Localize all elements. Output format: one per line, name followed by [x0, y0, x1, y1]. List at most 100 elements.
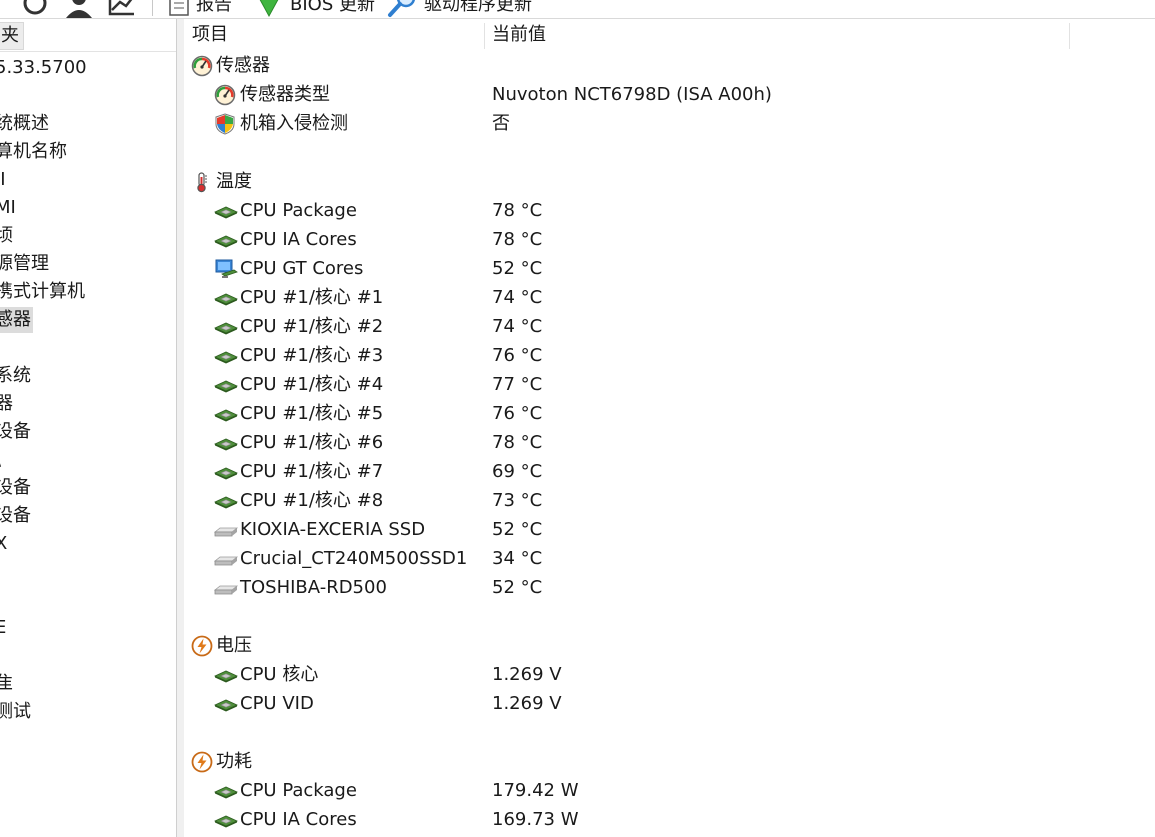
cpu-chip-icon [214, 403, 238, 425]
tree-item[interactable]: 测试 [0, 699, 33, 725]
cpu-chip-icon [214, 229, 238, 251]
cpu-chip-icon [214, 287, 238, 309]
sensor-gauge-icon [214, 84, 236, 106]
lightning-icon [191, 635, 213, 657]
driver-update-button[interactable]: 驱动程序更新 [386, 0, 532, 18]
sensor-label: CPU #1/核心 #7 [240, 461, 384, 482]
tree-item[interactable]: 携式计算机 [0, 279, 87, 305]
cpu-chip-icon [214, 316, 238, 338]
column-divider[interactable] [1069, 23, 1070, 49]
refresh-button[interactable] [20, 0, 50, 18]
tree-item[interactable]: 感器 [0, 307, 33, 333]
sensor-row[interactable]: CPU #1/核心 #4 77 °C [184, 370, 1155, 399]
sensor-row[interactable]: 机箱入侵检测 否 [184, 109, 1155, 138]
sensor-row[interactable]: 传感器类型 Nuvoton NCT6798D (ISA A00h) [184, 80, 1155, 109]
sensor-label: Crucial_CT240M500SSD1 [240, 548, 468, 569]
group-header-row[interactable]: 电压 [184, 631, 1155, 660]
favorites-tab[interactable]: 夹 [0, 22, 24, 50]
sensor-row[interactable]: CPU #1/核心 #3 76 °C [184, 341, 1155, 370]
group-label: 功耗 [216, 751, 252, 772]
group-header-row[interactable]: 传感器 [184, 51, 1155, 80]
tree-item[interactable]: 顷 [0, 223, 15, 249]
sensor-gauge-icon [191, 55, 213, 77]
sensor-row[interactable]: CPU #1/核心 #5 76 °C [184, 399, 1155, 428]
tree-item[interactable]: X [0, 531, 9, 557]
tree-item[interactable]: E [0, 615, 8, 641]
panel-splitter[interactable] [177, 19, 184, 837]
tree-item[interactable]: 设备 [0, 475, 33, 501]
tree-item[interactable]: 算机名称 [0, 139, 69, 165]
cpu-chip-icon [214, 374, 238, 396]
group-header-row[interactable]: 功耗 [184, 747, 1155, 776]
cpu-chip-icon [214, 490, 238, 512]
sensor-row[interactable]: CPU IA Cores 169.73 W [184, 805, 1155, 834]
tree-item[interactable]: 隹 [0, 671, 15, 697]
tree-item[interactable]: 源管理 [0, 251, 51, 277]
sensor-row[interactable]: CPU VID 1.269 V [184, 689, 1155, 718]
column-header-value[interactable]: 当前值 [492, 19, 546, 51]
column-header-item[interactable]: 项目 [192, 19, 228, 51]
sensor-value: 73 °C [492, 490, 543, 511]
tree-item[interactable]: 系统 [0, 363, 33, 389]
cpu-chip-icon [214, 432, 238, 454]
tree-item[interactable]: 器 [0, 391, 15, 417]
tree-item[interactable]: II [0, 167, 8, 193]
column-header-row: 项目 当前值 [184, 19, 1155, 51]
sensor-label: CPU VID [240, 693, 314, 714]
tree-item[interactable]: 设备 [0, 419, 33, 445]
tree-item[interactable]: \ [0, 447, 3, 473]
sensor-value: 76 °C [492, 345, 543, 366]
navigation-tree-panel: 夹 5.33.5700l统概述算机名称IIMI顷源管理携式计算机感器系统器设备\… [0, 19, 177, 837]
toolbar: 报告 BIOS 更新 驱动程序更新 [0, 0, 1155, 19]
sensor-label: CPU GT Cores [240, 258, 364, 279]
cpu-chip-icon [214, 809, 238, 831]
chart-button[interactable] [106, 0, 136, 18]
tree-item[interactable]: l [0, 83, 2, 109]
sensor-row[interactable]: TOSHIBA-RD500 52 °C [184, 573, 1155, 602]
driver-update-label: 驱动程序更新 [424, 0, 532, 15]
bios-update-button[interactable]: BIOS 更新 [254, 0, 375, 18]
report-label: 报告 [196, 0, 232, 15]
tree-item[interactable]: 5.33.5700 [0, 55, 89, 81]
column-divider[interactable] [484, 23, 485, 49]
tree-item[interactable]: 统概述 [0, 111, 51, 137]
cpu-chip-icon [214, 461, 238, 483]
report-button[interactable]: 报告 [168, 0, 232, 18]
sensor-value: 78 °C [492, 432, 543, 453]
sensor-row[interactable]: CPU #1/核心 #8 73 °C [184, 486, 1155, 515]
sensor-label: 机箱入侵检测 [240, 113, 348, 134]
sensor-value: 179.42 W [492, 780, 579, 801]
cpu-chip-icon [214, 200, 238, 222]
sensor-row[interactable]: CPU IA Cores 78 °C [184, 225, 1155, 254]
sensor-label: CPU IA Cores [240, 229, 357, 250]
sensor-label: CPU Package [240, 780, 357, 801]
sensor-row[interactable]: CPU #1/核心 #6 78 °C [184, 428, 1155, 457]
sensor-row[interactable]: CPU Package 78 °C [184, 196, 1155, 225]
gpu-monitor-icon [214, 258, 238, 280]
sensor-row[interactable]: CPU 核心 1.269 V [184, 660, 1155, 689]
sensor-row[interactable]: CPU Package 179.42 W [184, 776, 1155, 805]
cpu-chip-icon [214, 345, 238, 367]
sensor-label: CPU #1/核心 #6 [240, 432, 384, 453]
sensor-label: CPU Package [240, 200, 357, 221]
disk-drive-icon [214, 548, 238, 570]
sensor-row[interactable]: CPU GT Cores 52 °C [184, 254, 1155, 283]
sensor-value: 52 °C [492, 577, 543, 598]
sensor-row[interactable]: CPU #1/核心 #7 69 °C [184, 457, 1155, 486]
sensor-list-panel: 项目 当前值 传感器 传感器类型 Nuvoton NCT6798D (ISA A00… [184, 19, 1155, 837]
sensor-label: CPU IA Cores [240, 809, 357, 830]
sensor-row[interactable]: CPU #1/核心 #2 74 °C [184, 312, 1155, 341]
user-button[interactable] [64, 0, 94, 18]
tree-item[interactable]: 设备 [0, 503, 33, 529]
sensor-label: 传感器类型 [240, 84, 330, 105]
bios-update-label: BIOS 更新 [290, 0, 375, 15]
sensor-value: 否 [492, 113, 510, 134]
sensor-row[interactable]: KIOXIA-EXCERIA SSD 52 °C [184, 515, 1155, 544]
sensor-row[interactable]: Crucial_CT240M500SSD1 34 °C [184, 544, 1155, 573]
sensor-row[interactable]: CPU #1/核心 #1 74 °C [184, 283, 1155, 312]
sensor-value: 1.269 V [492, 693, 562, 714]
magnifier-icon [386, 0, 418, 18]
group-label: 温度 [216, 171, 252, 192]
group-header-row[interactable]: 温度 [184, 167, 1155, 196]
tree-item[interactable]: MI [0, 195, 18, 221]
